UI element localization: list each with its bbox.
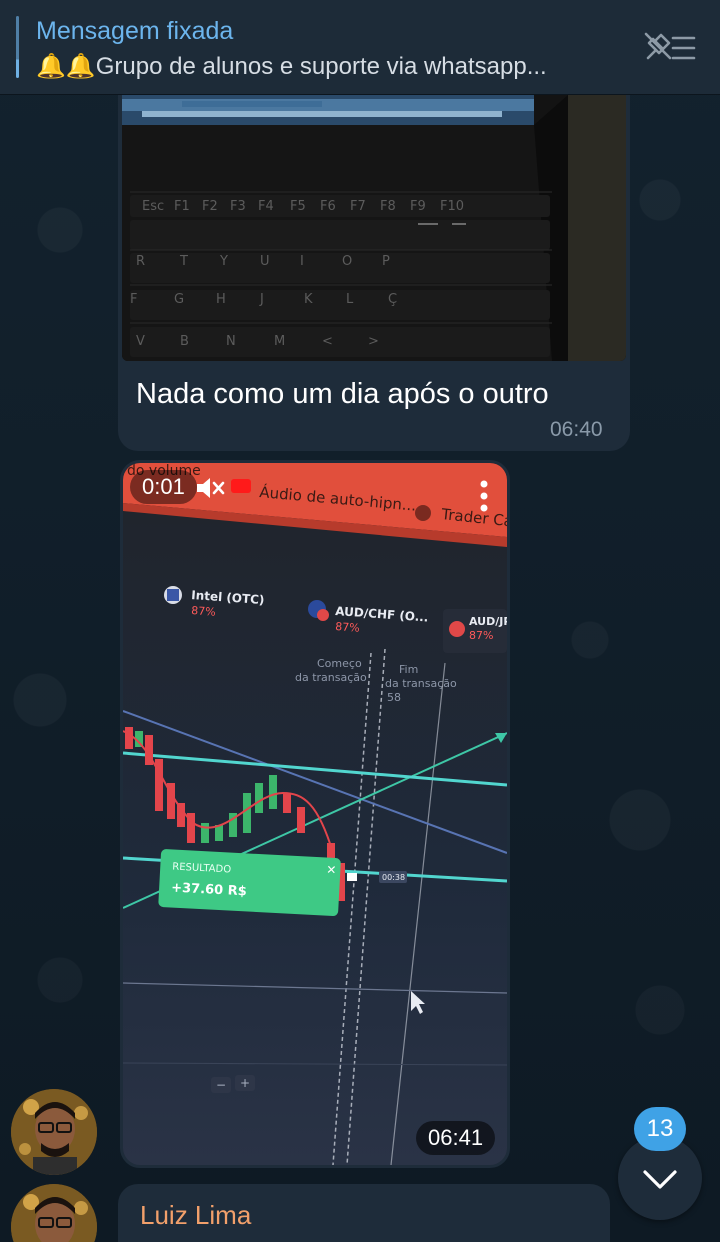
svg-text:P: P: [382, 254, 390, 269]
pinned-indicator: [16, 16, 19, 78]
svg-text:G: G: [174, 292, 184, 307]
svg-text:✕: ✕: [326, 863, 337, 878]
video-elapsed: 0:01: [142, 474, 185, 499]
video-asset-1-payout: 87%: [191, 604, 216, 619]
video-end-label-1: Fim: [399, 663, 418, 676]
more-options-icon[interactable]: [472, 478, 496, 514]
svg-text:F2: F2: [202, 199, 218, 214]
video-end-label-2: da transação: [385, 677, 457, 690]
unread-count-badge: 13: [634, 1107, 686, 1151]
video-message-time: 06:41: [416, 1121, 496, 1155]
avatar[interactable]: [11, 1089, 97, 1175]
video-asset-2-payout: 87%: [335, 620, 360, 635]
svg-text:F3: F3: [230, 199, 246, 214]
svg-text:Ç: Ç: [388, 292, 397, 307]
pinned-title: Mensagem fixada: [36, 17, 234, 45]
svg-text:T: T: [179, 254, 188, 269]
video-start-label-2: da transação: [295, 671, 367, 684]
svg-text:F10: F10: [440, 199, 464, 214]
video-zoom-minus: −: [216, 1078, 226, 1092]
svg-text:V: V: [136, 334, 145, 349]
pinned-message-bar[interactable]: Mensagem fixada 🔔🔔Grupo de alunos e supo…: [0, 0, 720, 95]
svg-text:F1: F1: [174, 199, 190, 214]
svg-text:F6: F6: [320, 199, 336, 214]
svg-text:Esc: Esc: [142, 199, 164, 214]
message-photo[interactable]: Esc F1 F2 F3 F4 F5 F6 F7 F8 F9 F10 R T Y U I O P F G…: [122, 95, 626, 361]
video-zoom-plus: +: [240, 1076, 250, 1090]
svg-text:N: N: [226, 334, 236, 349]
message-video[interactable]: do volume Áudio de auto-hipn... Trader C…: [120, 460, 510, 1168]
svg-text:O: O: [342, 254, 352, 269]
video-asset-3-payout: 87%: [469, 629, 493, 642]
svg-text:H: H: [216, 292, 226, 307]
unpin-list-icon[interactable]: [642, 30, 698, 66]
svg-text:J: J: [259, 292, 264, 307]
svg-text:F7: F7: [350, 199, 366, 214]
video-asset-3: AUD/JP: [469, 615, 507, 628]
svg-text:F9: F9: [410, 199, 426, 214]
svg-text:K: K: [304, 292, 313, 307]
video-price-tag: 00:38: [382, 873, 405, 882]
sender-name[interactable]: Luiz Lima: [140, 1200, 251, 1231]
svg-text:B: B: [180, 334, 189, 349]
svg-text:U: U: [260, 254, 270, 269]
pinned-preview: 🔔🔔Grupo de alunos e suporte via whatsapp…: [36, 53, 547, 80]
video-duration-pill[interactable]: 0:01: [130, 470, 197, 504]
svg-text:L: L: [346, 292, 354, 307]
message-time: 06:40: [550, 418, 603, 441]
svg-text:<: <: [322, 334, 333, 349]
svg-text:F: F: [130, 292, 137, 307]
video-end-value: 58: [387, 691, 401, 704]
video-start-label-1: Começo: [317, 657, 362, 670]
svg-text:M: M: [274, 334, 285, 349]
svg-text:F5: F5: [290, 199, 306, 214]
svg-text:F4: F4: [258, 199, 274, 214]
muted-icon[interactable]: [194, 474, 226, 502]
svg-text:>: >: [368, 334, 379, 349]
svg-text:R: R: [136, 254, 145, 269]
svg-text:F8: F8: [380, 199, 396, 214]
message-caption: Nada como um dia após o outro: [136, 378, 549, 410]
svg-text:I: I: [300, 254, 304, 269]
svg-text:Y: Y: [219, 254, 228, 269]
